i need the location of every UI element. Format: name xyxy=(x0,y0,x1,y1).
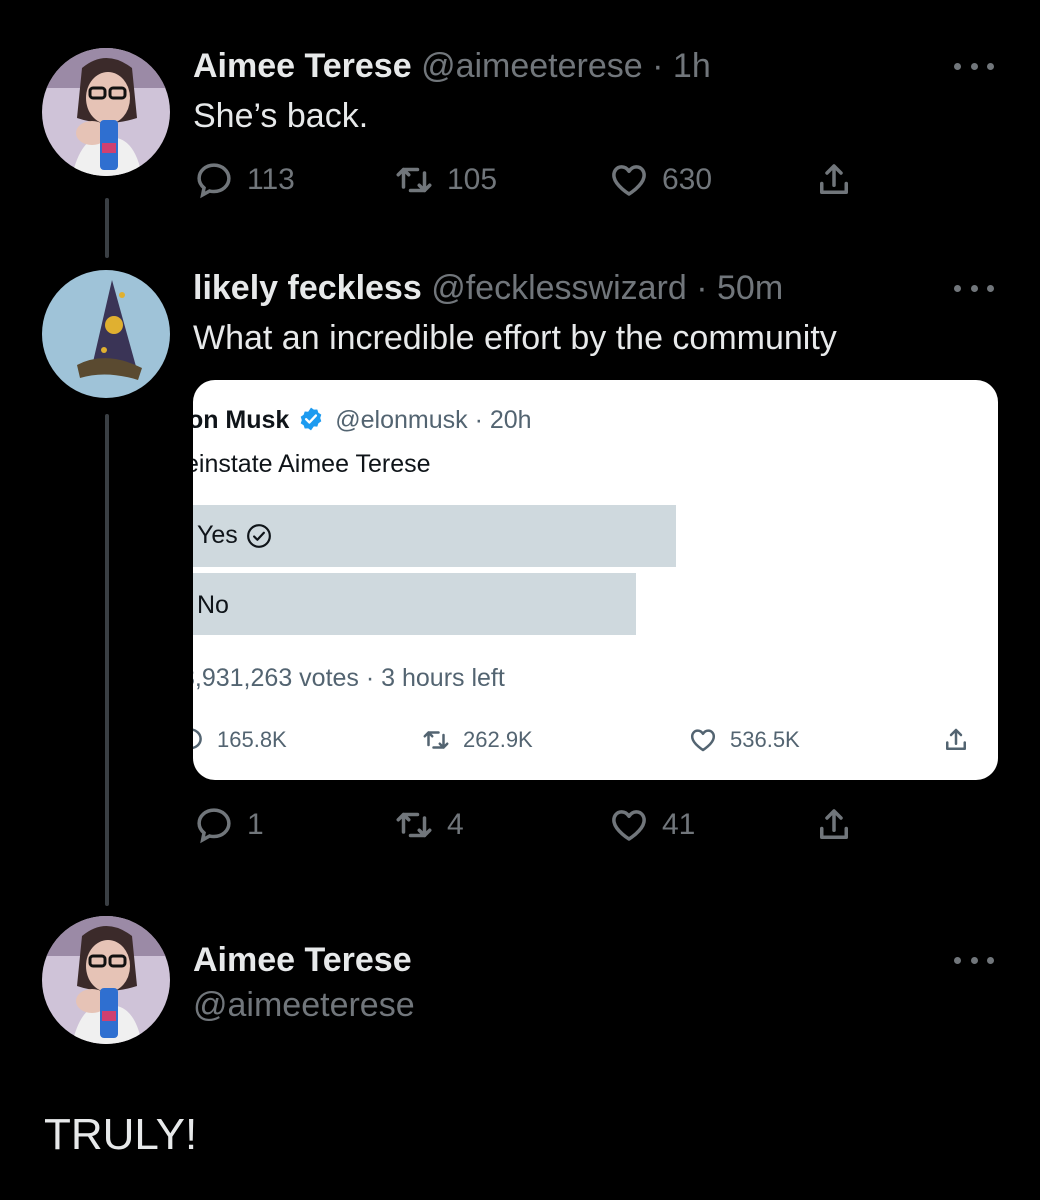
reply-count: 165.8K xyxy=(217,727,287,752)
share-button[interactable] xyxy=(813,155,855,205)
avatar[interactable] xyxy=(42,916,170,1044)
quoted-tweet-header: lon Musk @elonmusk · 20h xyxy=(193,406,532,435)
avatar[interactable] xyxy=(42,48,170,176)
quoted-like-button[interactable]: 536.5K xyxy=(688,720,800,760)
more-options-icon[interactable] xyxy=(954,56,994,76)
user-handle[interactable]: @fecklesswizard xyxy=(431,269,687,307)
poll-bar-no xyxy=(193,573,636,635)
tweet-text: She’s back. xyxy=(193,97,369,135)
display-name[interactable]: likely feckless xyxy=(193,269,422,307)
tweet-header: Aimee Terese @aimeeterese · 1h xyxy=(193,46,711,86)
quoted-tweet-text: einstate Aimee Terese xyxy=(193,450,431,478)
reply-count: 113 xyxy=(247,163,295,196)
like-button[interactable]: 630 xyxy=(608,155,712,205)
poll-option-no[interactable]: No xyxy=(197,591,229,620)
retweet-icon xyxy=(396,812,432,838)
retweet-icon xyxy=(396,167,432,193)
share-icon xyxy=(946,728,966,750)
reply-icon xyxy=(197,163,231,199)
checkmark-circle-icon xyxy=(246,523,271,548)
more-options-icon[interactable] xyxy=(954,950,994,970)
retweet-count: 105 xyxy=(447,163,498,196)
heart-icon xyxy=(612,810,646,841)
reply-count: 1 xyxy=(247,808,264,841)
reply-icon xyxy=(197,808,231,844)
thread-line xyxy=(105,198,109,258)
quoted-share-button[interactable] xyxy=(941,720,971,760)
quoted-handle: @elonmusk · 20h xyxy=(335,406,532,434)
retweet-count: 262.9K xyxy=(463,727,533,752)
like-count: 41 xyxy=(662,808,696,841)
poll-option-yes[interactable]: Yes xyxy=(197,521,272,550)
tweet-actions: 113 105 630 xyxy=(193,155,873,205)
share-button[interactable] xyxy=(813,800,855,850)
retweet-button[interactable]: 105 xyxy=(393,155,497,205)
retweet-button[interactable]: 4 xyxy=(393,800,464,850)
share-icon xyxy=(820,164,848,194)
share-icon xyxy=(820,809,848,839)
verified-badge-icon xyxy=(301,407,322,431)
heart-icon xyxy=(690,729,716,752)
more-options-icon[interactable] xyxy=(954,278,994,298)
tweet-text: TRULY! xyxy=(44,1110,198,1159)
timestamp[interactable]: · 1h xyxy=(652,47,711,85)
retweet-icon xyxy=(423,731,449,749)
poll-vote-summary: 3,931,263 votes · 3 hours left xyxy=(193,664,505,692)
quoted-tweet-card[interactable]: lon Musk @elonmusk · 20h einstate Aimee … xyxy=(193,380,998,780)
display-name[interactable]: Aimee Terese xyxy=(193,47,412,85)
tweet-actions: 1 4 41 xyxy=(193,800,873,850)
reply-button[interactable]: 1 xyxy=(193,800,264,850)
tweet-header: likely feckless @fecklesswizard · 50m xyxy=(193,268,783,308)
quoted-retweet-button[interactable]: 262.9K xyxy=(421,720,533,760)
timestamp[interactable]: · 50m xyxy=(696,269,783,307)
quoted-display-name: lon Musk xyxy=(193,406,290,434)
like-count: 630 xyxy=(662,163,713,196)
user-handle[interactable]: @aimeeterese xyxy=(193,986,415,1024)
like-button[interactable]: 41 xyxy=(608,800,695,850)
tweet-header-handle: @aimeeterese xyxy=(193,985,415,1025)
avatar[interactable] xyxy=(42,270,170,398)
poll-option-label: No xyxy=(197,591,229,619)
quoted-tweet-actions: 165.8K 262.9K 536.5K xyxy=(193,720,998,760)
display-name[interactable]: Aimee Terese xyxy=(193,941,412,979)
poll-option-label: Yes xyxy=(197,521,238,549)
reply-icon xyxy=(193,728,202,750)
reply-button[interactable]: 113 xyxy=(193,155,295,205)
heart-icon xyxy=(612,165,646,196)
retweet-count: 4 xyxy=(447,808,464,841)
tweet-text: What an incredible effort by the communi… xyxy=(193,319,837,357)
quoted-reply-button[interactable]: 165.8K xyxy=(193,720,287,760)
user-handle[interactable]: @aimeeterese xyxy=(421,47,643,85)
tweet-header: Aimee Terese xyxy=(193,940,412,980)
like-count: 536.5K xyxy=(730,727,800,752)
thread-line xyxy=(105,414,109,906)
